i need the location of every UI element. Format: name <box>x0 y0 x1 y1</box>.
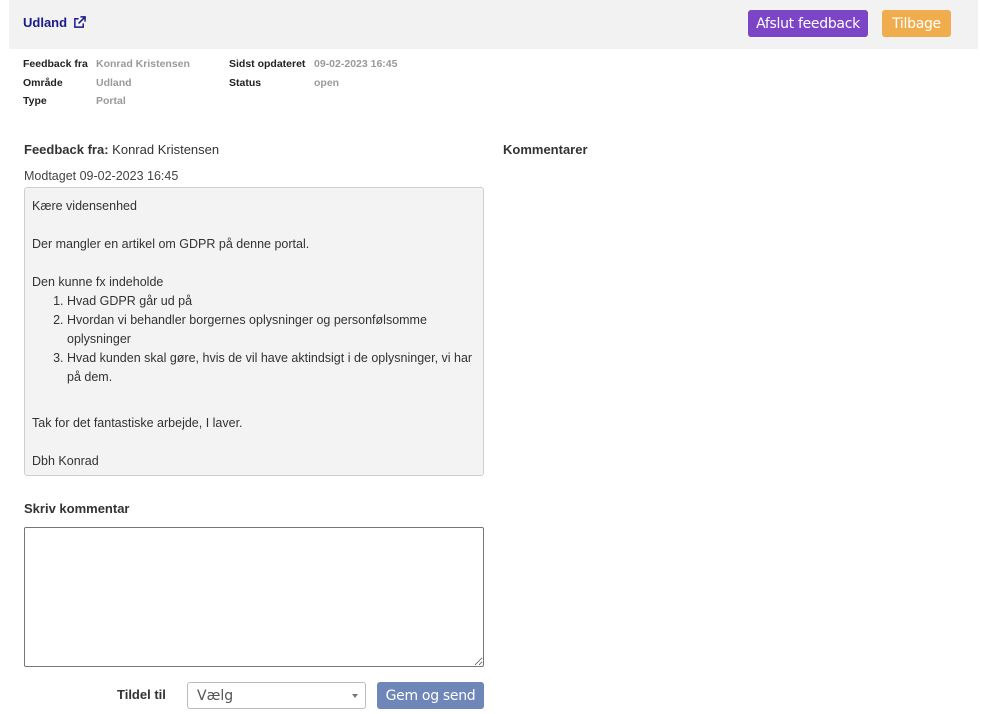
comment-textarea[interactable] <box>24 527 484 667</box>
list-item: Hvad GDPR går ud på <box>67 292 476 311</box>
message-greeting: Kære vidensenhed <box>32 199 137 213</box>
status-label: Status <box>229 77 262 89</box>
feedback-heading-label: Feedback fra: <box>24 142 109 157</box>
title-text[interactable]: Udland <box>23 15 67 30</box>
external-link-icon[interactable] <box>73 16 86 29</box>
feedback-heading: Feedback fra: Konrad Kristensen <box>24 142 219 157</box>
assign-select[interactable]: Vælg <box>187 682 366 709</box>
save-and-send-button[interactable]: Gem og send <box>377 682 484 709</box>
top-bar: Udland Afslut feedback Tilbage <box>9 0 978 49</box>
comments-title: Kommentarer <box>503 142 588 157</box>
area-label: Område <box>23 77 63 89</box>
status-value: open <box>314 77 340 89</box>
message-signature: Dbh Konrad <box>32 454 99 468</box>
feedback-message: Kære vidensenhed Der mangler en artikel … <box>24 187 484 476</box>
updated-label: Sidst opdateret <box>229 58 306 70</box>
title-link[interactable]: Udland <box>23 15 86 30</box>
updated-value: 09-02-2023 16:45 <box>314 58 398 70</box>
received-timestamp: Modtaget 09-02-2023 16:45 <box>24 169 179 183</box>
chevron-down-icon <box>352 694 358 698</box>
message-list: Hvad GDPR går ud på Hvordan vi behandler… <box>32 292 476 387</box>
message-line: Der mangler en artikel om GDPR på denne … <box>32 237 310 251</box>
assign-label: Tildel til <box>117 687 166 702</box>
message-thanks: Tak for det fantastiske arbejde, I laver… <box>32 416 243 430</box>
list-item: Hvordan vi behandler borgernes oplysning… <box>67 311 476 349</box>
feedback-from-value: Konrad Kristensen <box>96 58 190 70</box>
finish-feedback-button[interactable]: Afslut feedback <box>748 10 868 37</box>
type-label: Type <box>23 95 47 107</box>
assign-selected-value: Vælg <box>197 688 234 704</box>
area-value: Udland <box>96 77 132 89</box>
write-comment-label: Skriv kommentar <box>24 501 130 516</box>
feedback-from-label: Feedback fra <box>23 58 88 70</box>
type-value: Portal <box>96 95 126 107</box>
back-button[interactable]: Tilbage <box>882 10 951 37</box>
feedback-heading-name: Konrad Kristensen <box>112 142 220 157</box>
list-item: Hvad kunden skal gøre, hvis de vil have … <box>67 349 476 387</box>
message-list-intro: Den kunne fx indeholde <box>32 275 164 289</box>
